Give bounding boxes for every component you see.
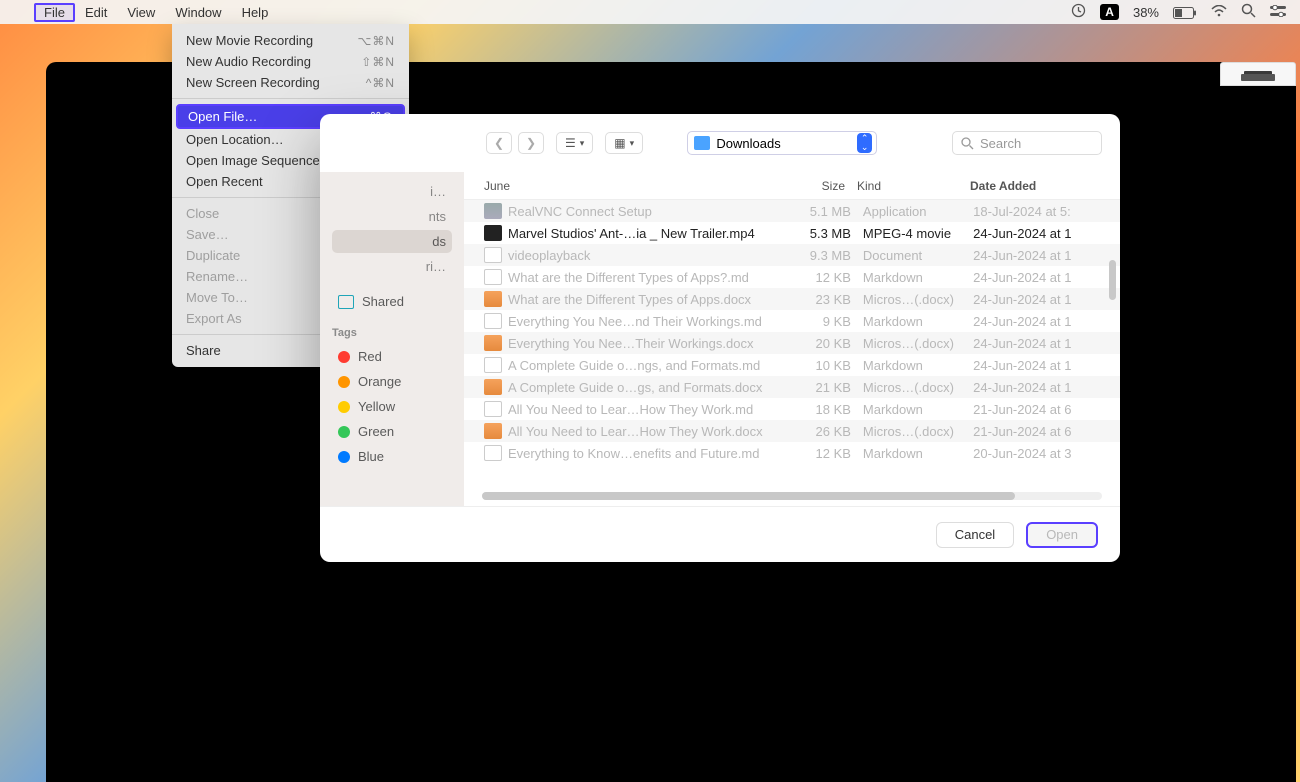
file-md-icon [484,401,502,417]
tag-dot-icon [338,426,350,438]
dialog-sidebar: i…ntsdsri… Shared Tags RedOrangeYellowGr… [320,172,464,506]
file-doc-icon [484,247,502,263]
file-docx-icon [484,335,502,351]
sidebar-item[interactable]: nts [332,205,452,228]
tag-blue[interactable]: Blue [332,445,452,468]
battery-percent: 38% [1133,5,1159,20]
sidebar-item[interactable]: i… [332,180,452,203]
tag-orange[interactable]: Orange [332,370,452,393]
col-kind[interactable]: Kind [845,179,970,193]
file-md-icon [484,269,502,285]
tag-green[interactable]: Green [332,420,452,443]
view-icon-select[interactable]: ▦ ▾ [605,132,643,154]
dialog-main: June Size Kind Date Added RealVNC Connec… [464,172,1120,506]
file-row[interactable]: What are the Different Types of Apps.doc… [464,288,1120,310]
col-name[interactable]: June [484,179,760,193]
location-label: Downloads [716,136,850,151]
file-row[interactable]: All You Need to Lear…How They Work.md18 … [464,398,1120,420]
search-placeholder: Search [980,136,1021,151]
nav-forward-button[interactable]: ❯ [518,132,544,154]
file-app-icon [484,203,502,219]
file-row[interactable]: Everything You Nee…Their Workings.docx20… [464,332,1120,354]
file-docx-icon [484,379,502,395]
menu-file[interactable]: File [34,3,75,22]
search-icon [961,137,974,150]
col-size[interactable]: Size [760,179,845,193]
column-headers[interactable]: June Size Kind Date Added [464,172,1120,200]
tag-dot-icon [338,351,350,363]
sidebar-item-shared[interactable]: Shared [332,290,452,313]
file-md-icon [484,313,502,329]
view-list-select[interactable]: ☰ ▾ [556,132,593,154]
file-row[interactable]: A Complete Guide o…gs, and Formats.docx2… [464,376,1120,398]
open-file-dialog: ❮ ❯ ☰ ▾ ▦ ▾ Downloads ⌃⌄ Search i…ntsdsr… [320,114,1120,562]
file-row[interactable]: RealVNC Connect Setup5.1 MBApplication18… [464,200,1120,222]
location-select[interactable]: Downloads ⌃⌄ [687,131,877,155]
nav-back-button[interactable]: ❮ [486,132,512,154]
file-row[interactable]: Everything to Know…enefits and Future.md… [464,442,1120,464]
search-input[interactable]: Search [952,131,1102,155]
wifi-icon[interactable] [1211,5,1227,20]
horizontal-scrollbar-thumb[interactable] [482,492,1015,500]
file-row[interactable]: Marvel Studios' Ant-…ia _ New Trailer.mp… [464,222,1120,244]
time-machine-icon[interactable] [1071,3,1086,21]
horizontal-scrollbar-track[interactable] [482,492,1102,500]
file-md-icon [484,445,502,461]
file-row[interactable]: videoplayback9.3 MBDocument24-Jun-2024 a… [464,244,1120,266]
vertical-scrollbar[interactable] [1109,260,1116,300]
menu-item-new-movie-recording[interactable]: New Movie Recording⌥⌘N [172,30,409,51]
sidebar-item[interactable]: ds [332,230,452,253]
menubar: File Edit View Window Help A 38% [0,0,1300,24]
battery-icon[interactable] [1173,5,1197,20]
menu-item-new-audio-recording[interactable]: New Audio Recording⇧⌘N [172,51,409,72]
partial-window-peek [1220,62,1296,86]
control-center-icon[interactable] [1270,5,1286,20]
file-mp4-icon [484,225,502,241]
tag-red[interactable]: Red [332,345,452,368]
file-docx-icon [484,291,502,307]
shared-folder-icon [338,295,354,309]
sidebar-tags-header: Tags [332,327,452,339]
tag-yellow[interactable]: Yellow [332,395,452,418]
menu-help[interactable]: Help [232,3,279,22]
tag-dot-icon [338,401,350,413]
file-row[interactable]: A Complete Guide o…ngs, and Formats.md10… [464,354,1120,376]
cancel-button[interactable]: Cancel [936,522,1014,548]
dialog-action-bar: Cancel Open [320,506,1120,562]
spotlight-icon[interactable] [1241,3,1256,21]
menu-view[interactable]: View [117,3,165,22]
open-button[interactable]: Open [1026,522,1098,548]
sidebar-item[interactable]: ri… [332,255,452,278]
file-list[interactable]: RealVNC Connect Setup5.1 MBApplication18… [464,200,1120,490]
col-date[interactable]: Date Added [970,179,1100,193]
menu-edit[interactable]: Edit [75,3,117,22]
folder-icon [694,136,710,150]
menu-window[interactable]: Window [165,3,231,22]
file-row[interactable]: What are the Different Types of Apps?.md… [464,266,1120,288]
menu-separator [172,98,409,99]
file-docx-icon [484,423,502,439]
file-row[interactable]: All You Need to Lear…How They Work.docx2… [464,420,1120,442]
file-row[interactable]: Everything You Nee…nd Their Workings.md9… [464,310,1120,332]
tag-dot-icon [338,451,350,463]
input-source-indicator[interactable]: A [1100,4,1119,20]
file-md-icon [484,357,502,373]
tag-dot-icon [338,376,350,388]
menu-item-new-screen-recording[interactable]: New Screen Recording^⌘N [172,72,409,93]
dialog-toolbar: ❮ ❯ ☰ ▾ ▦ ▾ Downloads ⌃⌄ Search [320,114,1120,172]
updown-icon: ⌃⌄ [857,133,873,153]
